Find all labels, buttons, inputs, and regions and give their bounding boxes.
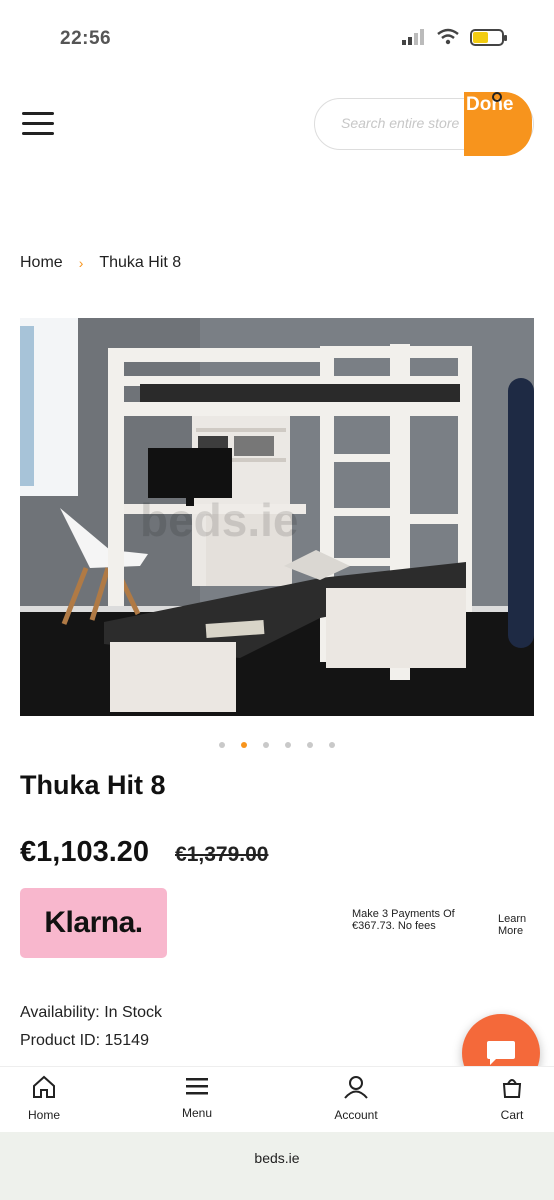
cart-icon (502, 1079, 522, 1098)
carousel-dot[interactable] (285, 742, 291, 748)
wifi-icon (437, 28, 459, 45)
battery-icon (470, 28, 507, 46)
product-image[interactable]: beds.ie (20, 318, 534, 716)
user-icon (344, 1076, 368, 1099)
product-id: Product ID: 15149 (20, 1032, 149, 1049)
bottom-navigation: Home Menu Account Cart (0, 1066, 554, 1132)
chevron-right-icon: › (78, 255, 84, 271)
browser-url-bar[interactable]: beds.ie (0, 1132, 554, 1200)
nav-menu[interactable]: Menu (157, 1075, 237, 1120)
nav-home-label: Home (27, 1108, 60, 1122)
nav-cart-label: Cart (500, 1108, 524, 1122)
carousel-dot-active[interactable] (241, 742, 247, 748)
status-icons (402, 28, 507, 46)
price-row: €1,103.20 €1,379.00 (20, 836, 268, 869)
carousel-dots (0, 742, 554, 748)
watermark-text: beds.ie (140, 494, 299, 546)
carousel-dot[interactable] (307, 742, 313, 748)
search-icon (492, 92, 502, 102)
nav-cart[interactable]: Cart (472, 1075, 552, 1122)
carousel-dot[interactable] (329, 742, 335, 748)
old-price: €1,379.00 (175, 843, 269, 866)
availability: Availability: In Stock (20, 1004, 162, 1021)
home-icon (33, 1075, 55, 1098)
nav-home[interactable]: Home (4, 1075, 84, 1122)
carousel-dot[interactable] (263, 742, 269, 748)
search-input[interactable] (341, 115, 481, 131)
nav-account[interactable]: Account (316, 1075, 396, 1122)
breadcrumb-home-link[interactable]: Home (20, 254, 63, 272)
signal-icon (402, 29, 424, 45)
breadcrumb: Home › Thuka Hit 8 (20, 254, 181, 272)
nav-menu-label: Menu (181, 1106, 213, 1120)
nav-account-label: Account (334, 1108, 378, 1122)
menu-icon (186, 1078, 208, 1095)
site-header: Done (0, 90, 554, 160)
status-time: 22:56 (60, 28, 112, 49)
status-bar: 22:56 (0, 0, 554, 72)
learn-more-link[interactable]: Learn More (498, 913, 538, 937)
klarna-logo: Klarna. (20, 888, 167, 958)
chat-bubble-icon (487, 1041, 515, 1065)
url-text: beds.ie (254, 1150, 300, 1166)
carousel-dot[interactable] (219, 742, 225, 748)
current-price: €1,103.20 (20, 836, 150, 868)
hamburger-menu-icon[interactable] (22, 112, 54, 138)
klarna-installments-text: Make 3 Payments Of €367.73. No fees (352, 908, 455, 932)
product-title: Thuka Hit 8 (20, 770, 166, 800)
breadcrumb-current: Thuka Hit 8 (99, 254, 182, 271)
